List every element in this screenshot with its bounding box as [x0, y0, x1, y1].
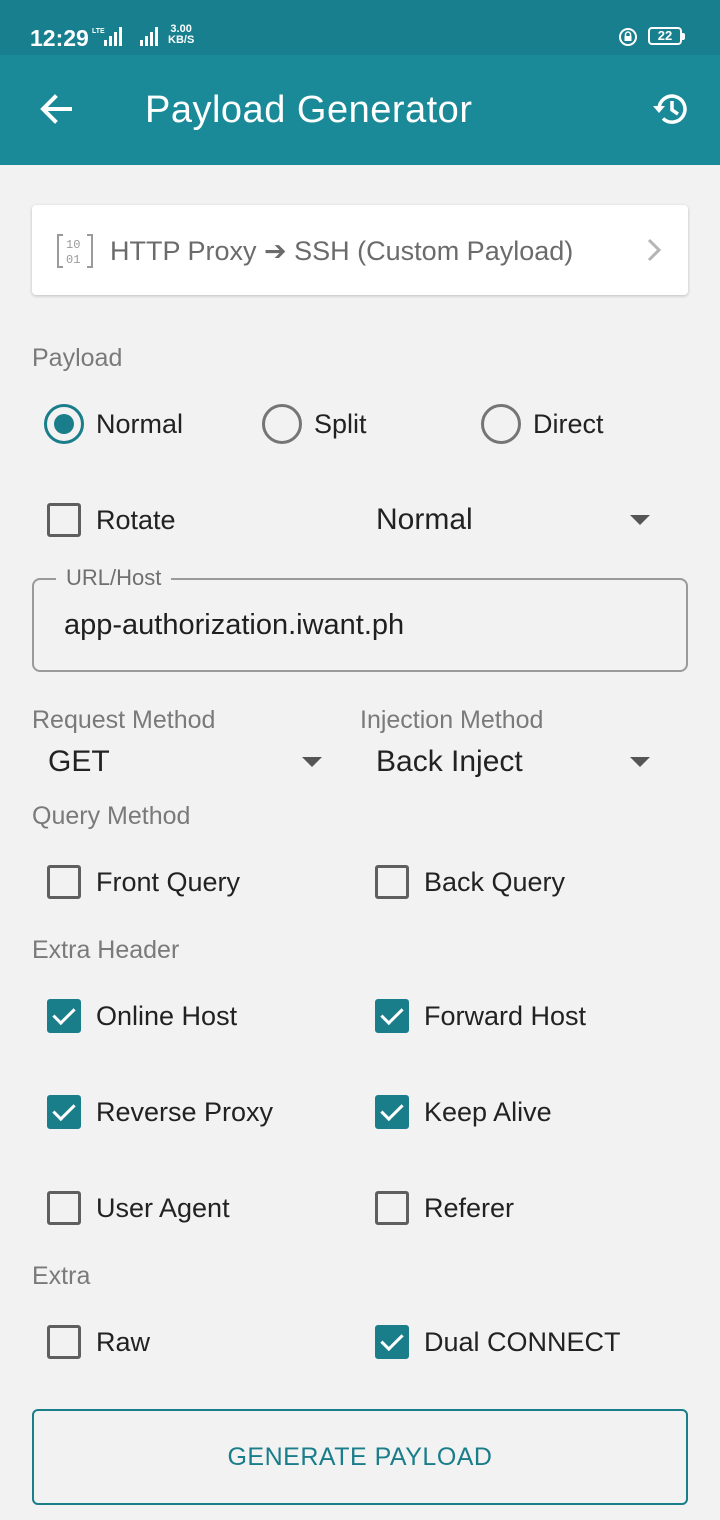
rotation-lock-icon	[619, 28, 637, 46]
request-method-label: Request Method	[32, 706, 216, 734]
dual-connect-checkbox[interactable]	[375, 1325, 409, 1359]
radio-direct-label: Direct	[533, 409, 604, 439]
back-query-checkbox[interactable]	[375, 865, 409, 899]
radio-normal-label: Normal	[96, 409, 184, 439]
url-host-label: URL/Host	[56, 565, 172, 591]
svg-text:01: 01	[66, 253, 80, 267]
online-host-checkbox[interactable]	[47, 999, 81, 1033]
url-host-input[interactable]: app-authorization.iwant.ph	[64, 608, 664, 642]
status-bar: 12:29 LTE 3.00 KB/S 22	[0, 0, 720, 55]
net-speed: 3.00 KB/S	[168, 24, 194, 46]
user-agent-label: User Agent	[96, 1193, 230, 1223]
url-host-field[interactable]: URL/Host app-authorization.iwant.ph	[32, 565, 688, 672]
front-query-checkbox[interactable]	[47, 865, 81, 899]
reverse-proxy-checkbox[interactable]	[47, 1095, 81, 1129]
back-query-label: Back Query	[424, 867, 566, 897]
dual-connect-label: Dual CONNECT	[424, 1327, 621, 1357]
forward-host-checkbox[interactable]	[375, 999, 409, 1033]
history-icon[interactable]	[650, 88, 692, 130]
online-host-label: Online Host	[96, 1001, 238, 1031]
chevron-right-icon	[647, 238, 662, 262]
generate-payload-button[interactable]: GENERATE PAYLOAD	[32, 1409, 688, 1505]
raw-checkbox[interactable]	[47, 1325, 81, 1359]
rotate-mode-dropdown[interactable]: Normal	[370, 498, 670, 544]
rotate-checkbox[interactable]	[47, 503, 81, 537]
keep-alive-label: Keep Alive	[424, 1097, 552, 1127]
status-time: 12:29	[30, 25, 89, 51]
dropdown-arrow-icon	[630, 515, 650, 525]
user-agent-checkbox[interactable]	[47, 1191, 81, 1225]
radio-direct[interactable]	[481, 404, 521, 444]
extra-section-label: Extra	[32, 1262, 91, 1290]
page-title: Payload Generator	[145, 89, 473, 131]
injection-method-value: Back Inject	[376, 745, 523, 778]
payload-section-label: Payload	[32, 344, 123, 372]
reverse-proxy-label: Reverse Proxy	[96, 1097, 274, 1127]
net-speed-unit: KB/S	[168, 34, 195, 46]
app-bar: Payload Generator	[0, 55, 720, 165]
keep-alive-checkbox[interactable]	[375, 1095, 409, 1129]
request-method-dropdown[interactable]: GET	[40, 742, 335, 786]
svg-text:10: 10	[66, 238, 80, 252]
dropdown-arrow-icon	[630, 757, 650, 767]
injection-method-label: Injection Method	[360, 706, 544, 734]
connection-mode-label: HTTP Proxy ➔ SSH (Custom Payload)	[110, 236, 574, 266]
extra-header-section-label: Extra Header	[32, 936, 180, 964]
connection-mode-selector[interactable]: 10 01 HTTP Proxy ➔ SSH (Custom Payload)	[32, 205, 688, 295]
radio-split[interactable]	[262, 404, 302, 444]
binary-icon: 10 01	[57, 234, 93, 268]
dropdown-arrow-icon	[302, 757, 322, 767]
raw-label: Raw	[96, 1327, 151, 1357]
battery-icon: 22	[648, 27, 685, 45]
back-arrow-icon[interactable]	[36, 89, 76, 129]
lte-label: LTE	[92, 28, 105, 35]
rotate-label: Rotate	[96, 505, 176, 535]
forward-host-label: Forward Host	[424, 1001, 587, 1031]
front-query-label: Front Query	[96, 867, 241, 897]
radio-normal[interactable]	[44, 404, 84, 444]
lte-signal-icon: LTE	[92, 27, 122, 46]
rotate-mode-value: Normal	[376, 503, 473, 536]
radio-split-label: Split	[314, 409, 367, 439]
injection-method-dropdown[interactable]: Back Inject	[370, 742, 670, 786]
referer-label: Referer	[424, 1193, 515, 1223]
query-method-section-label: Query Method	[32, 802, 191, 830]
referer-checkbox[interactable]	[375, 1191, 409, 1225]
request-method-value: GET	[48, 745, 110, 778]
signal-icon	[140, 27, 158, 46]
